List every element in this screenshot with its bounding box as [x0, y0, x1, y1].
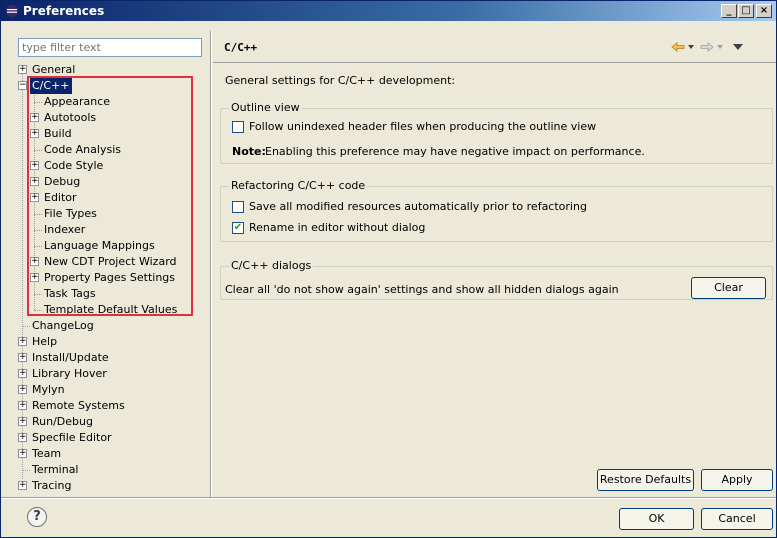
expand-icon[interactable]: +	[18, 449, 27, 458]
dialogs-legend: C/C++ dialogs	[229, 259, 314, 272]
apply-button[interactable]: Apply	[701, 469, 773, 491]
expand-icon[interactable]: +	[18, 401, 27, 410]
tree-connector	[22, 326, 30, 327]
tree-item-label: Install/Update	[32, 351, 109, 364]
tree-item-label: Team	[32, 447, 62, 460]
title-bar[interactable]: Preferences _ □ ×	[1, 1, 776, 21]
dialogs-text: Clear all 'do not show again' settings a…	[225, 283, 619, 296]
help-icon[interactable]: ?	[27, 507, 47, 527]
expand-icon[interactable]: +	[18, 369, 27, 378]
collapse-icon[interactable]: −	[18, 81, 27, 90]
tree-item-label: Tracing	[32, 479, 72, 492]
save-resources-label[interactable]: Save all modified resources automaticall…	[249, 200, 587, 213]
tree-item-label: Run/Debug	[32, 415, 93, 428]
chevron-down-icon[interactable]	[717, 45, 723, 49]
follow-unindexed-label[interactable]: Follow unindexed header files when produ…	[249, 120, 596, 133]
refactoring-legend: Refactoring C/C++ code	[229, 179, 368, 192]
expand-icon[interactable]: +	[18, 337, 27, 346]
expand-icon[interactable]: +	[18, 353, 27, 362]
expand-icon[interactable]: +	[18, 481, 27, 490]
expand-icon[interactable]: +	[18, 385, 27, 394]
clear-button[interactable]: Clear	[691, 277, 766, 299]
restore-defaults-button[interactable]: Restore Defaults	[597, 469, 694, 491]
forward-arrow-icon[interactable]	[700, 42, 714, 52]
window-title: Preferences	[23, 4, 105, 18]
tree-item-label: Terminal	[32, 463, 79, 476]
tree-connector	[22, 470, 30, 471]
note-label: Note:	[232, 145, 266, 158]
footer-separator	[1, 497, 776, 499]
highlight-box	[27, 76, 193, 316]
tree-item-label: ChangeLog	[32, 319, 94, 332]
cancel-button[interactable]: Cancel	[701, 508, 773, 530]
follow-unindexed-checkbox[interactable]	[232, 121, 244, 133]
page-description: General settings for C/C++ development:	[225, 74, 456, 87]
tree-item-label: Library Hover	[32, 367, 107, 380]
expand-icon[interactable]: +	[18, 65, 27, 74]
tree-item-label: Remote Systems	[32, 399, 125, 412]
filter-input[interactable]	[18, 38, 202, 57]
preferences-window: Preferences _ □ × + General − C/C++ Appe…	[0, 0, 777, 538]
panel-divider[interactable]	[210, 31, 212, 497]
rename-in-editor-checkbox[interactable]: ✔	[232, 222, 244, 234]
expand-icon[interactable]: +	[18, 417, 27, 426]
eclipse-icon	[6, 5, 18, 17]
page-title: C/C++	[224, 41, 258, 54]
close-button[interactable]: ×	[756, 4, 772, 18]
view-menu-icon[interactable]	[733, 44, 743, 50]
tree-item-label: Specfile Editor	[32, 431, 112, 444]
ok-button[interactable]: OK	[619, 508, 694, 530]
header-separator	[213, 62, 776, 63]
minimize-button[interactable]: _	[721, 4, 737, 18]
rename-in-editor-label[interactable]: Rename in editor without dialog	[249, 221, 425, 234]
chevron-down-icon[interactable]	[688, 45, 694, 49]
tree-item-label: Mylyn	[32, 383, 65, 396]
maximize-button[interactable]: □	[738, 4, 754, 18]
back-arrow-icon[interactable]	[671, 42, 685, 52]
note-text: Enabling this preference may have negati…	[265, 145, 645, 158]
save-resources-checkbox[interactable]	[232, 201, 244, 213]
tree-item-label: Help	[32, 335, 58, 348]
outline-view-legend: Outline view	[229, 101, 302, 114]
expand-icon[interactable]: +	[18, 433, 27, 442]
